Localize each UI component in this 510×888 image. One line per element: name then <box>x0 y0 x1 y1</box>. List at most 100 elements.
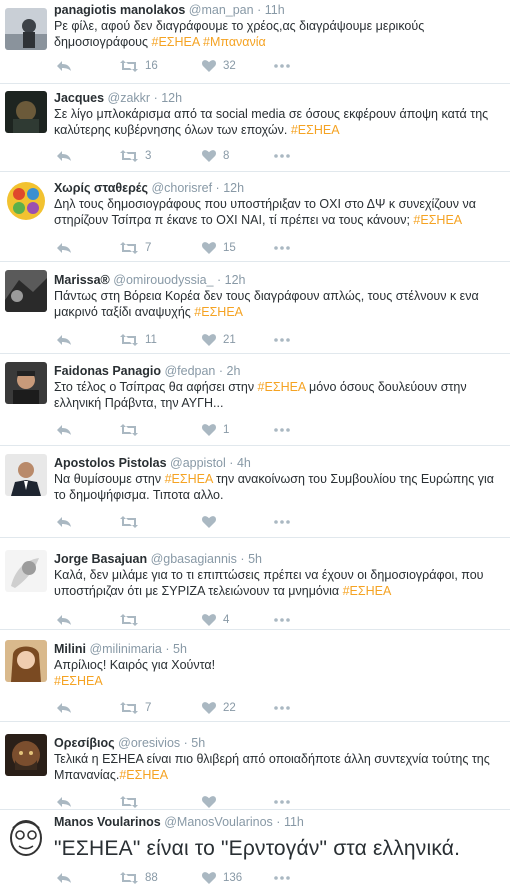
author-handle[interactable]: @zakkr <box>108 91 151 105</box>
hashtag[interactable]: #ΕΣΗΕΑ <box>152 35 200 49</box>
more-button[interactable] <box>274 700 290 716</box>
more-button[interactable] <box>274 870 290 886</box>
reply-button[interactable] <box>56 612 72 628</box>
timestamp[interactable]: 11h <box>265 3 285 17</box>
retweet-button[interactable] <box>120 612 145 628</box>
hashtag[interactable]: #ΕΣΗΕΑ <box>194 305 243 319</box>
reply-button[interactable] <box>56 794 72 810</box>
avatar[interactable] <box>5 8 47 50</box>
author-name[interactable]: Faidonas Panagio <box>54 364 161 378</box>
avatar[interactable] <box>5 91 47 133</box>
author-handle[interactable]: @ManosVoularinos <box>164 815 273 829</box>
like-button[interactable]: 4 <box>202 612 229 628</box>
timestamp[interactable]: 12h <box>225 273 246 287</box>
retweet-button[interactable] <box>120 514 145 530</box>
more-button[interactable] <box>274 58 290 74</box>
hashtag[interactable]: #ΕΣΗΕΑ <box>165 472 213 486</box>
retweet-count: 11 <box>145 334 157 346</box>
hashtag[interactable]: #ΕΣΗΕΑ <box>413 213 462 227</box>
more-button[interactable] <box>274 514 290 530</box>
like-button[interactable]: 15 <box>202 240 236 256</box>
avatar[interactable] <box>5 816 47 858</box>
timestamp[interactable]: 2h <box>227 364 241 378</box>
reply-button[interactable] <box>56 870 72 886</box>
author-handle[interactable]: @fedpan <box>164 364 215 378</box>
retweet-button[interactable]: 16 <box>120 58 158 74</box>
author-handle[interactable]: @man_pan <box>189 3 254 17</box>
author-handle[interactable]: @gbasagiannis <box>151 552 237 566</box>
tweet: Jacques @zakkr · 12h Σε λίγο μπλοκάρισμα… <box>0 84 510 172</box>
author-name[interactable]: Jorge Basajuan <box>54 552 147 566</box>
tweet-text: Πάντως στη Βόρεια Κορέα δεν τους διαγράφ… <box>54 289 479 319</box>
avatar[interactable] <box>5 362 47 404</box>
more-button[interactable] <box>274 794 290 810</box>
like-button[interactable]: 21 <box>202 332 236 348</box>
author-name[interactable]: Milini <box>54 642 86 656</box>
like-button[interactable]: 32 <box>202 58 236 74</box>
hashtag[interactable]: #Μπανανία <box>203 35 266 49</box>
author-name[interactable]: Apostolos Pistolas <box>54 456 167 470</box>
more-button[interactable] <box>274 240 290 256</box>
timestamp[interactable]: 5h <box>191 736 205 750</box>
timestamp[interactable]: 4h <box>237 456 251 470</box>
reply-button[interactable] <box>56 514 72 530</box>
avatar[interactable] <box>5 454 47 496</box>
reply-button[interactable] <box>56 700 72 716</box>
hashtag[interactable]: #ΕΣΗΕΑ <box>119 768 168 782</box>
timestamp[interactable]: 5h <box>173 642 187 656</box>
like-button[interactable] <box>202 514 223 530</box>
avatar[interactable] <box>5 270 47 312</box>
author-handle[interactable]: @milinimaria <box>89 642 161 656</box>
more-button[interactable] <box>274 612 290 628</box>
hashtag[interactable]: #ΕΣΗΕΑ <box>54 674 103 688</box>
retweet-icon <box>120 614 138 626</box>
hashtag[interactable]: #ΕΣΗΕΑ <box>343 584 392 598</box>
retweet-button[interactable]: 3 <box>120 148 151 164</box>
retweet-button[interactable]: 7 <box>120 240 151 256</box>
reply-button[interactable] <box>56 58 72 74</box>
like-button[interactable]: 1 <box>202 422 229 438</box>
retweet-button[interactable]: 7 <box>120 700 151 716</box>
author-handle[interactable]: @chorisref <box>151 181 212 195</box>
more-button[interactable] <box>274 148 290 164</box>
hashtag[interactable]: #ΕΣΗΕΑ <box>258 380 306 394</box>
like-button[interactable]: 8 <box>202 148 229 164</box>
reply-button[interactable] <box>56 332 72 348</box>
timestamp[interactable]: 5h <box>248 552 262 566</box>
timestamp[interactable]: 12h <box>223 181 244 195</box>
author-name[interactable]: Ορεσίβιος <box>54 736 115 750</box>
retweet-button[interactable] <box>120 794 145 810</box>
avatar[interactable] <box>5 180 47 222</box>
more-button[interactable] <box>274 332 290 348</box>
like-count: 22 <box>223 702 236 714</box>
like-button[interactable] <box>202 794 223 810</box>
timestamp[interactable]: 12h <box>161 91 182 105</box>
timestamp[interactable]: 11h <box>284 815 304 829</box>
author-name[interactable]: Χωρίς σταθερές <box>54 181 148 195</box>
heart-icon <box>202 60 216 72</box>
retweet-button[interactable]: 11 <box>120 332 157 348</box>
author-name[interactable]: Jacques <box>54 91 104 105</box>
tweet-header: Manos Voularinos @ManosVoularinos · 11h <box>54 815 304 829</box>
like-button[interactable]: 136 <box>202 870 242 886</box>
retweet-icon <box>120 334 138 346</box>
more-button[interactable] <box>274 422 290 438</box>
hashtag[interactable]: #ΕΣΗΕΑ <box>291 123 340 137</box>
author-name[interactable]: Manos Voularinos <box>54 815 161 829</box>
reply-button[interactable] <box>56 240 72 256</box>
author-handle[interactable]: @oresivios <box>118 736 180 750</box>
author-name[interactable]: Marissa® <box>54 273 110 287</box>
more-dots-icon <box>274 876 290 880</box>
avatar[interactable] <box>5 640 47 682</box>
avatar[interactable] <box>5 550 47 592</box>
retweet-button[interactable]: 88 <box>120 870 158 886</box>
reply-button[interactable] <box>56 148 72 164</box>
like-count: 8 <box>223 150 230 162</box>
author-handle[interactable]: @omirouodyssia_ <box>113 273 213 287</box>
reply-button[interactable] <box>56 422 72 438</box>
author-handle[interactable]: @appistol <box>170 456 226 470</box>
retweet-button[interactable] <box>120 422 145 438</box>
like-button[interactable]: 22 <box>202 700 236 716</box>
author-name[interactable]: panagiotis manolakos <box>54 3 185 17</box>
avatar[interactable] <box>5 734 47 776</box>
